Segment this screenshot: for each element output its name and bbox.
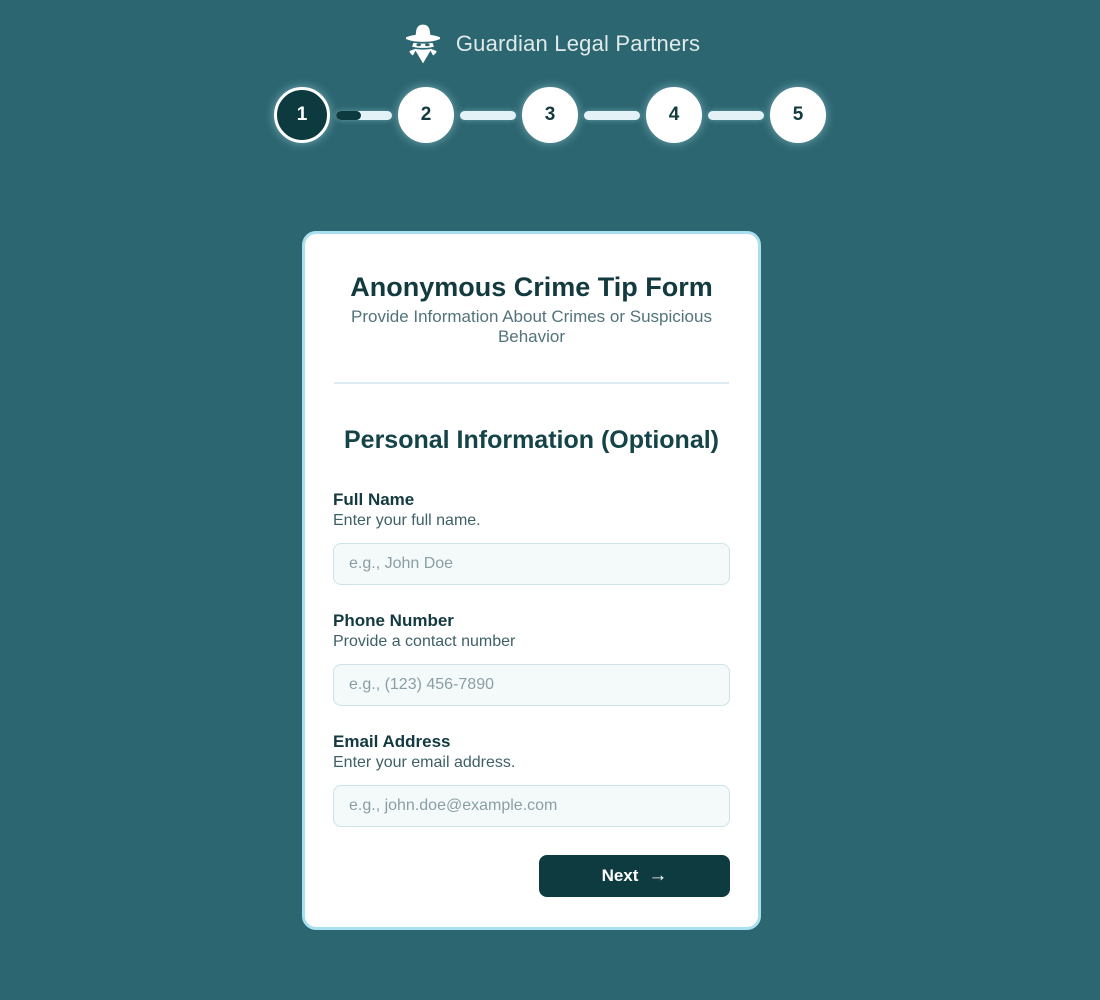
step-label-1: 1 bbox=[296, 104, 308, 125]
progress-stepper: 1 2 3 4 5 bbox=[0, 85, 1100, 145]
page-title: Anonymous Crime Tip Form bbox=[350, 272, 713, 302]
step-connector-1-fill bbox=[336, 110, 362, 120]
brand-name: Guardian Legal Partners bbox=[455, 31, 701, 56]
step-indicator-1[interactable]: 1 bbox=[274, 87, 330, 143]
step-connector-4 bbox=[708, 110, 764, 120]
form-fields: Full Name Enter your full name. Phone Nu… bbox=[333, 489, 730, 827]
step-connector-1 bbox=[336, 110, 392, 120]
next-button[interactable]: Next → bbox=[539, 854, 730, 897]
field-phone-number: Phone Number Provide a contact number bbox=[333, 610, 730, 706]
field-full-name: Full Name Enter your full name. bbox=[333, 489, 730, 585]
arrow-right-icon: → bbox=[648, 865, 668, 887]
step-indicator-5[interactable]: 5 bbox=[770, 87, 826, 143]
step-label-3: 3 bbox=[544, 104, 556, 125]
step-connector-2 bbox=[460, 110, 516, 120]
step-label-5: 5 bbox=[792, 104, 804, 125]
email-address-input[interactable] bbox=[333, 784, 730, 827]
field-label-email-address: Email Address bbox=[333, 731, 451, 751]
field-help-full-name: Enter your full name. bbox=[333, 511, 481, 529]
next-button-label: Next bbox=[601, 865, 639, 885]
step-indicator-2[interactable]: 2 bbox=[398, 87, 454, 143]
page-subtitle: Provide Information About Crimes or Susp… bbox=[351, 307, 712, 347]
step-connector-3 bbox=[584, 110, 640, 120]
step-label-4: 4 bbox=[668, 104, 680, 125]
field-label-phone-number: Phone Number bbox=[333, 610, 454, 630]
field-help-email-address: Enter your email address. bbox=[333, 753, 516, 771]
section-title: Personal Information (Optional) bbox=[343, 425, 719, 454]
field-email-address: Email Address Enter your email address. bbox=[333, 731, 730, 827]
detective-icon bbox=[400, 21, 446, 67]
header-divider bbox=[334, 381, 729, 384]
full-name-input[interactable] bbox=[333, 542, 730, 585]
card-actions: Next → bbox=[333, 854, 730, 897]
brand-header: Guardian Legal Partners bbox=[0, 0, 1100, 64]
app-page: Guardian Legal Partners 1 2 3 4 5 Anonym… bbox=[0, 0, 1100, 1000]
step-indicator-4[interactable]: 4 bbox=[646, 87, 702, 143]
form-card: Anonymous Crime Tip Form Provide Informa… bbox=[302, 231, 761, 930]
step-label-2: 2 bbox=[420, 104, 432, 125]
field-label-full-name: Full Name bbox=[333, 489, 415, 509]
phone-number-input[interactable] bbox=[333, 663, 730, 706]
field-help-phone-number: Provide a contact number bbox=[333, 632, 516, 650]
step-indicator-3[interactable]: 3 bbox=[522, 87, 578, 143]
